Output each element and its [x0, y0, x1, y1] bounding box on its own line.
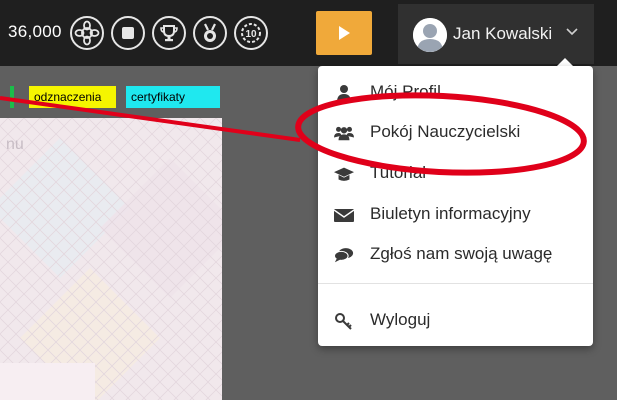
tab-green-marker[interactable] [10, 86, 14, 108]
menu-item-label: Biuletyn informacyjny [370, 204, 531, 223]
medal-badge-icon[interactable] [193, 16, 227, 50]
chevron-down-icon [566, 28, 578, 36]
play-icon [339, 26, 350, 40]
certificate-partial-text: nu [6, 136, 24, 153]
stop-badge-icon[interactable] [111, 16, 145, 50]
user-icon [337, 85, 351, 102]
ten-badge-icon[interactable]: 10 [234, 16, 268, 50]
menu-item-logout[interactable]: Wyloguj [318, 302, 593, 340]
top-bar: 36,000 10 Jan Kowalski [0, 0, 617, 66]
user-menu-toggle[interactable]: Jan Kowalski [398, 4, 594, 64]
menu-item-tutorial[interactable]: Tutorial [318, 155, 593, 193]
graduation-cap-icon [334, 167, 354, 181]
menu-item-label: Mój Profil [370, 82, 441, 101]
menu-item-label: Wyloguj [370, 310, 431, 329]
menu-item-my-profile[interactable]: Mój Profil [318, 74, 593, 112]
users-icon [334, 126, 354, 141]
menu-item-label: Zgłoś nam swoją uwagę [370, 244, 553, 263]
trophy-badge-icon[interactable] [152, 16, 186, 50]
user-dropdown-menu: Mój Profil Pokój Nauczycielski Tutorial … [318, 66, 593, 346]
ten-badge-label: 10 [245, 29, 257, 40]
score-value: 36,000 [8, 22, 62, 41]
comments-icon [334, 248, 354, 263]
menu-item-newsletter[interactable]: Biuletyn informacyjny [318, 196, 593, 234]
tab-certificates[interactable]: certyfikaty [126, 86, 220, 108]
menu-divider [318, 283, 593, 284]
play-button[interactable] [316, 11, 372, 55]
key-icon [335, 313, 352, 330]
certificate-preview: nu [0, 118, 222, 400]
avatar [413, 18, 447, 52]
tab-achievements[interactable]: odznaczenia [29, 86, 116, 108]
user-name: Jan Kowalski [453, 24, 553, 43]
menu-item-feedback[interactable]: Zgłoś nam swoją uwagę [318, 236, 593, 274]
menu-item-label: Tutorial [370, 163, 427, 182]
menu-item-teachers-room[interactable]: Pokój Nauczycielski [318, 114, 593, 152]
envelope-icon [334, 209, 354, 222]
menu-item-label: Pokój Nauczycielski [370, 122, 521, 141]
flower-badge-icon[interactable] [70, 16, 104, 50]
